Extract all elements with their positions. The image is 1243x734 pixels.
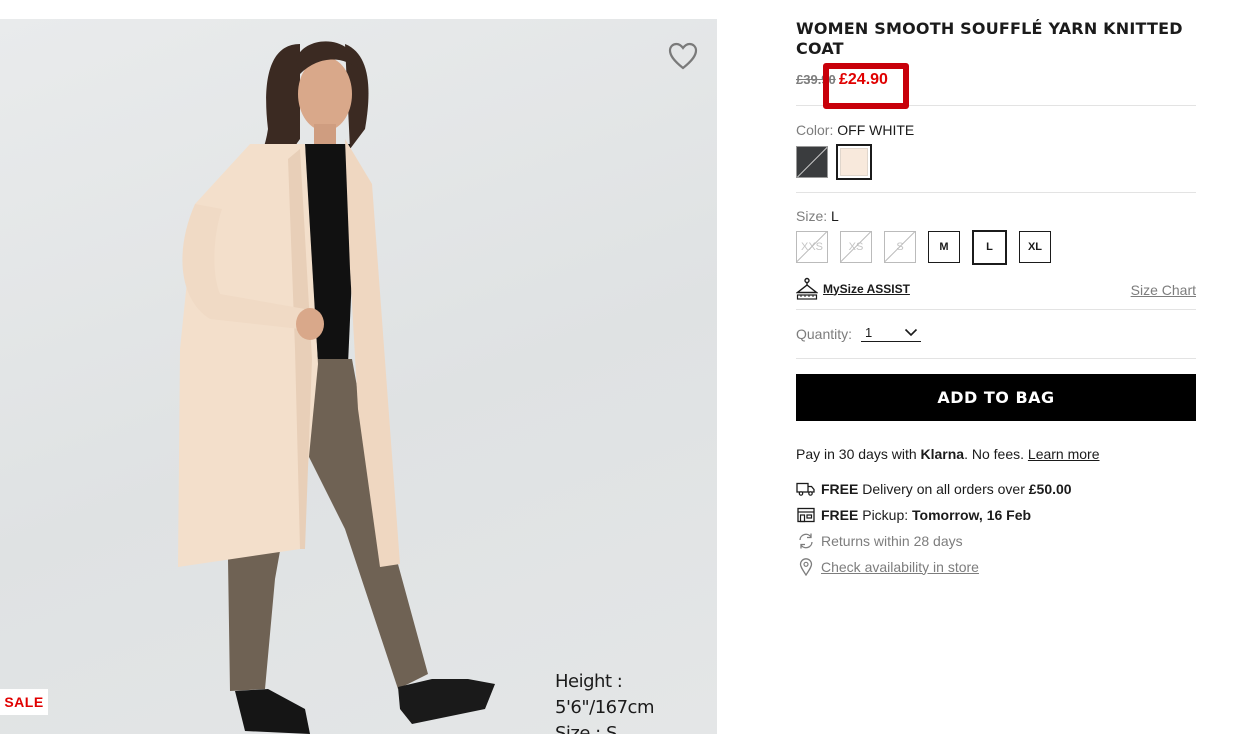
size-options: XXS XS S M L XL xyxy=(796,229,1196,265)
size-option-xl[interactable]: XL xyxy=(1019,231,1051,263)
color-label: Color: OFF WHITE xyxy=(796,122,915,138)
product-title: WOMEN SMOOTH SOUFFLÉ YARN KNITTED COAT xyxy=(796,19,1183,58)
returns-arrows-icon xyxy=(796,531,815,550)
product-details: WOMEN SMOOTH SOUFFLÉ YARN KNITTED COAT £… xyxy=(796,19,1196,580)
color-section: Color: OFF WHITE xyxy=(796,121,1196,180)
size-option-xxs[interactable]: XXS xyxy=(796,231,828,263)
color-swatches xyxy=(796,144,1196,180)
check-availability-link[interactable]: Check availability in store xyxy=(821,559,979,575)
selected-size: L xyxy=(831,208,839,224)
product-page: SALE Height : 5'6"/167cm Size : S WOMEN … xyxy=(0,0,1243,734)
size-option-m[interactable]: M xyxy=(928,231,960,263)
klarna-brand: Klarna xyxy=(920,445,965,462)
size-option-l[interactable]: L xyxy=(972,229,1007,265)
store-availability: Check availability in store xyxy=(796,554,1196,580)
learn-more-link[interactable]: Learn more xyxy=(1028,446,1100,462)
add-to-bag-button[interactable]: ADD TO BAG xyxy=(796,373,1196,421)
size-option-xs[interactable]: XS xyxy=(840,231,872,263)
model-size: Size : S xyxy=(555,723,617,734)
color-swatch-off-white[interactable] xyxy=(836,144,872,180)
wishlist-heart-icon[interactable] xyxy=(667,41,699,71)
truck-icon xyxy=(796,479,815,498)
hanger-icon xyxy=(796,277,818,300)
store-icon xyxy=(796,505,815,524)
divider xyxy=(796,357,1196,359)
size-label: Size: L xyxy=(796,208,839,224)
quantity-label: Quantity: xyxy=(796,325,853,342)
price-row: £39.90 £24.90 xyxy=(796,63,1196,109)
chevron-down-icon xyxy=(904,328,918,337)
quantity-select[interactable]: 1 xyxy=(861,325,922,342)
quantity-row: Quantity: 1 xyxy=(796,310,1196,358)
size-tools-row: MySize ASSIST Size Chart xyxy=(796,277,1196,307)
size-chart-link[interactable]: Size Chart xyxy=(1131,282,1196,298)
shipping-info: FREE Delivery on all orders over £50.00 … xyxy=(796,476,1196,580)
model-height: Height : 5'6"/167cm xyxy=(555,671,654,718)
klarna-message: Pay in 30 days with Klarna. No fees. Lea… xyxy=(796,445,1100,462)
location-pin-icon xyxy=(796,557,815,576)
model-photo xyxy=(178,41,495,734)
color-swatch-dark-gray[interactable] xyxy=(796,146,828,178)
pickup-info: FREE Pickup: Tomorrow, 16 Feb xyxy=(796,502,1196,528)
quantity-value: 1 xyxy=(865,325,873,340)
sale-badge: SALE xyxy=(0,689,48,715)
divider xyxy=(796,192,1196,193)
size-section: Size: L XXS XS S M L XL MySize ASSIST Si… xyxy=(796,207,1196,307)
mysize-assist-link[interactable]: MySize ASSIST xyxy=(796,277,910,301)
price-highlight-box xyxy=(823,63,909,109)
delivery-info: FREE Delivery on all orders over £50.00 xyxy=(796,476,1196,502)
size-option-s[interactable]: S xyxy=(884,231,916,263)
returns-info: Returns within 28 days xyxy=(796,528,1196,554)
selected-color: OFF WHITE xyxy=(837,122,915,138)
product-image[interactable]: SALE Height : 5'6"/167cm Size : S xyxy=(0,19,717,734)
model-info: Height : 5'6"/167cm Size : S xyxy=(555,669,717,734)
